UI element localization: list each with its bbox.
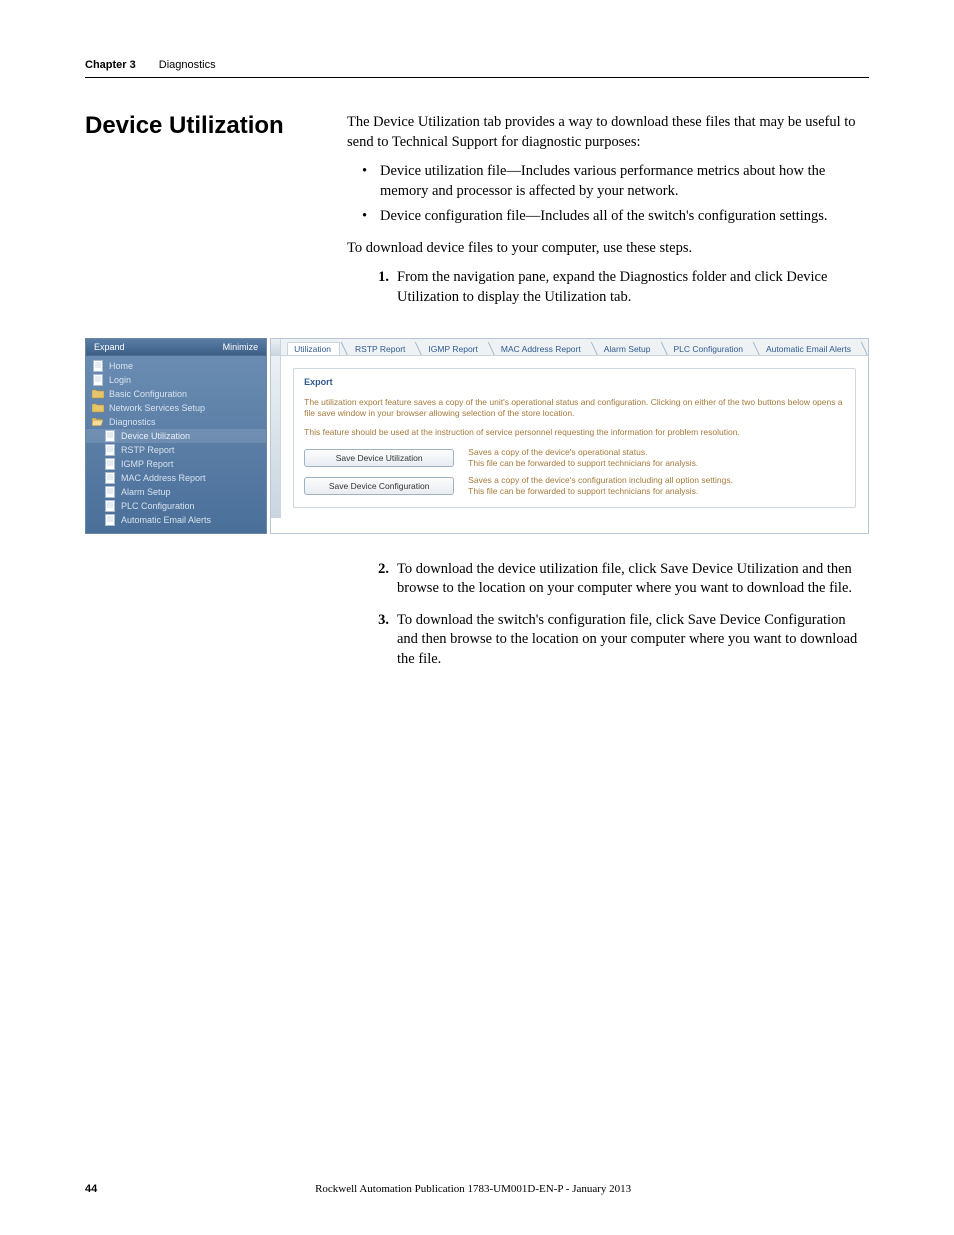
save-device-configuration-button[interactable]: Save Device Configuration bbox=[304, 477, 454, 495]
nav-label: Home bbox=[109, 361, 133, 371]
step-1: 1.From the navigation pane, expand the D… bbox=[397, 268, 869, 307]
nav-label: Device Utilization bbox=[121, 431, 190, 441]
nav-subitem-alarm-setup[interactable]: Alarm Setup bbox=[86, 485, 266, 499]
export-title: Export bbox=[304, 377, 845, 387]
step-text: To download the switch's configuration f… bbox=[397, 612, 857, 667]
page-icon bbox=[104, 486, 116, 498]
save-device-utilization-button[interactable]: Save Device Utilization bbox=[304, 449, 454, 467]
nav-subitem-device-utilization[interactable]: Device Utilization bbox=[86, 429, 266, 443]
nav-subitem-rstp-report[interactable]: RSTP Report bbox=[86, 443, 266, 457]
step-2: 2.To download the device utilization fil… bbox=[397, 560, 869, 599]
nav-subitem-igmp-report[interactable]: IGMP Report bbox=[86, 457, 266, 471]
nav-item-network-services-setup[interactable]: Network Services Setup bbox=[86, 401, 266, 415]
nav-label: Login bbox=[109, 375, 131, 385]
tab-alarm-setup[interactable]: Alarm Setup bbox=[598, 343, 659, 355]
nav-item-basic-configuration[interactable]: Basic Configuration bbox=[86, 387, 266, 401]
export-row: Save Device Utilization Saves a copy of t… bbox=[304, 447, 845, 469]
page-icon bbox=[92, 360, 104, 372]
page-icon bbox=[104, 472, 116, 484]
nav-pane: Expand Minimize Home Login Basic Configura… bbox=[85, 338, 267, 534]
tab-automatic-email-alerts[interactable]: Automatic Email Alerts bbox=[760, 343, 859, 355]
export-description-2: This feature should be used at the instr… bbox=[304, 427, 845, 438]
embedded-screenshot: Expand Minimize Home Login Basic Configura… bbox=[85, 338, 869, 534]
bullet-item: Device utilization file—Includes various… bbox=[380, 162, 869, 201]
nav-label: PLC Configuration bbox=[121, 501, 195, 511]
page-number: 44 bbox=[85, 1183, 97, 1195]
export-row: Save Device Configuration Saves a copy of… bbox=[304, 475, 845, 497]
publication-info: Rockwell Automation Publication 1783-UM0… bbox=[97, 1183, 849, 1195]
page-header: Chapter 3 Diagnostics bbox=[85, 55, 869, 78]
intro-paragraph: The Device Utilization tab provides a wa… bbox=[347, 113, 869, 152]
tab-utilization[interactable]: Utilization bbox=[287, 342, 340, 356]
export-row-description: Saves a copy of the device's configurati… bbox=[468, 475, 733, 497]
page-icon bbox=[104, 500, 116, 512]
content-pane: Utilization RSTP Report IGMP Report MAC Add… bbox=[270, 338, 869, 534]
page-icon bbox=[104, 430, 116, 442]
nav-item-home[interactable]: Home bbox=[86, 359, 266, 373]
page-icon bbox=[104, 444, 116, 456]
nav-label: Basic Configuration bbox=[109, 389, 187, 399]
nav-expand-button[interactable]: Expand bbox=[94, 342, 125, 352]
section-heading: Device Utilization bbox=[85, 113, 347, 139]
folder-open-icon bbox=[92, 416, 104, 428]
nav-minimize-button[interactable]: Minimize bbox=[223, 342, 259, 352]
nav-item-diagnostics[interactable]: Diagnostics bbox=[86, 415, 266, 429]
export-row-description: Saves a copy of the device's operational… bbox=[468, 447, 698, 469]
nav-label: Network Services Setup bbox=[109, 403, 205, 413]
step-text: To download the device utilization file,… bbox=[397, 561, 852, 597]
chapter-section: Diagnostics bbox=[159, 59, 216, 71]
bullet-item: Device configuration file—Includes all o… bbox=[380, 207, 869, 227]
nav-subitem-mac-address-report[interactable]: MAC Address Report bbox=[86, 471, 266, 485]
page-icon bbox=[92, 374, 104, 386]
page-icon bbox=[104, 458, 116, 470]
nav-label: RSTP Report bbox=[121, 445, 174, 455]
step-text: From the navigation pane, expand the Dia… bbox=[397, 269, 827, 305]
tab-mac-address-report[interactable]: MAC Address Report bbox=[495, 343, 589, 355]
nav-subitem-plc-configuration[interactable]: PLC Configuration bbox=[86, 499, 266, 513]
nav-label: Diagnostics bbox=[109, 417, 156, 427]
nav-item-login[interactable]: Login bbox=[86, 373, 266, 387]
nav-label: Automatic Email Alerts bbox=[121, 515, 211, 525]
tab-rstp-report[interactable]: RSTP Report bbox=[349, 343, 413, 355]
intro-paragraph-2: To download device files to your compute… bbox=[347, 239, 869, 259]
export-panel: Export The utilization export feature sa… bbox=[293, 368, 856, 509]
tab-plc-configuration[interactable]: PLC Configuration bbox=[668, 343, 751, 355]
export-description: The utilization export feature saves a c… bbox=[304, 397, 845, 420]
nav-label: IGMP Report bbox=[121, 459, 173, 469]
folder-icon bbox=[92, 402, 104, 414]
step-3: 3.To download the switch's configuration… bbox=[397, 611, 869, 670]
nav-subitem-automatic-email-alerts[interactable]: Automatic Email Alerts bbox=[86, 513, 266, 527]
tab-igmp-report[interactable]: IGMP Report bbox=[422, 343, 485, 355]
nav-label: MAC Address Report bbox=[121, 473, 206, 483]
folder-icon bbox=[92, 388, 104, 400]
nav-label: Alarm Setup bbox=[121, 487, 171, 497]
page-icon bbox=[104, 514, 116, 526]
chapter-label: Chapter 3 bbox=[85, 59, 136, 71]
